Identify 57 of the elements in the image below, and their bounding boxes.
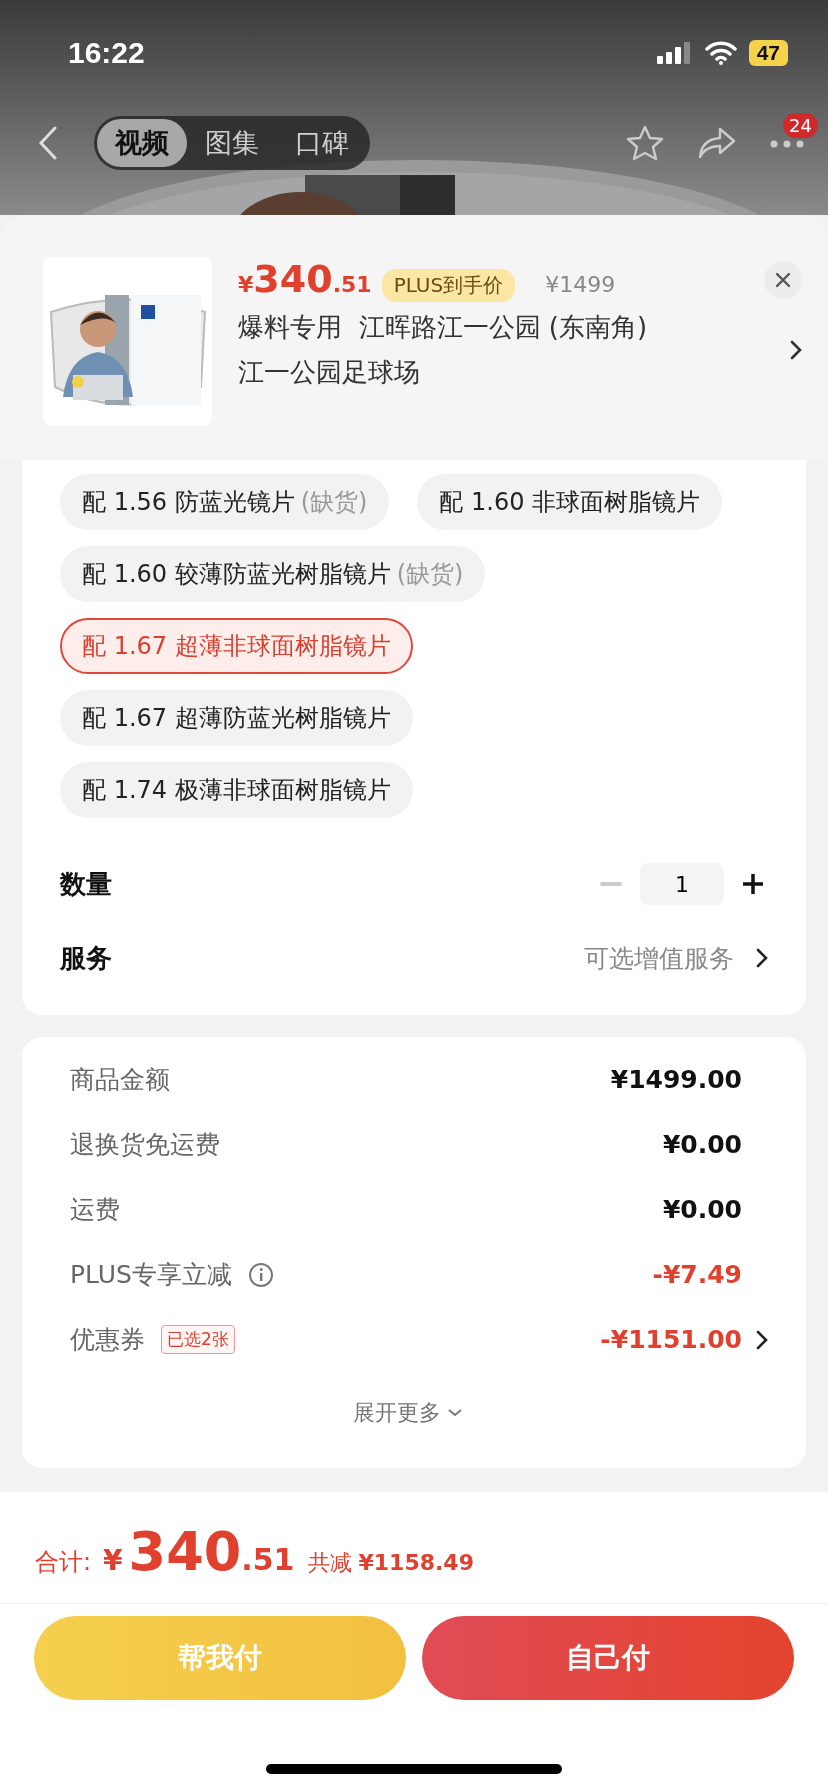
wifi-icon: [704, 40, 737, 65]
back-icon[interactable]: [38, 125, 58, 160]
lens-option[interactable]: 配 1.56 防蓝光镜片 (缺货): [60, 474, 390, 530]
status-time: 16:22: [68, 35, 145, 70]
product-title-line: 爆料专用 江晖路江一公园 (东南角): [238, 311, 649, 344]
lens-option[interactable]: 配 1.67 超薄非球面树脂镜片: [60, 618, 413, 674]
expand-more-button[interactable]: 展开更多: [353, 1372, 463, 1458]
stock-note: (缺货): [300, 487, 368, 518]
summary-value: -¥7.49: [652, 1260, 742, 1289]
total-label: 合计:: [35, 1547, 92, 1578]
lens-option[interactable]: 配 1.74 极薄非球面树脂镜片: [60, 762, 413, 818]
summary-label: 运费: [70, 1194, 120, 1226]
quantity-label: 数量: [60, 867, 112, 901]
info-icon[interactable]: [247, 1261, 274, 1288]
chevron-down-icon: [447, 1408, 463, 1418]
share-icon[interactable]: [698, 126, 736, 159]
coupon-count-badge: 已选2张: [161, 1325, 235, 1354]
chevron-right-icon: [790, 340, 802, 360]
plus-icon: [742, 873, 764, 895]
summary-value: ¥1499.00: [610, 1065, 742, 1094]
total-integer: 340: [128, 1520, 242, 1583]
media-tab[interactable]: 图集: [187, 118, 277, 167]
quantity-value[interactable]: 1: [640, 863, 724, 905]
summary-value: ¥0.00: [662, 1195, 742, 1224]
close-icon: [775, 271, 791, 288]
minus-icon: [600, 882, 622, 886]
media-tab[interactable]: 口碑: [277, 118, 367, 167]
service-value[interactable]: 可选增值服务: [584, 941, 734, 975]
more-icon[interactable]: [770, 140, 804, 148]
lens-option[interactable]: 配 1.60 非球面树脂镜片: [417, 474, 723, 530]
product-title-line: 江一公园足球场: [238, 356, 421, 389]
total-symbol: ¥: [103, 1544, 123, 1577]
lens-option[interactable]: 配 1.60 较薄防蓝光树脂镜片 (缺货): [60, 546, 486, 602]
stock-note: (缺货): [396, 559, 464, 590]
summary-label: 退换货免运费: [70, 1129, 220, 1161]
pay-button[interactable]: 自己付: [422, 1616, 794, 1700]
summary-label: 商品金额: [70, 1064, 170, 1096]
saved-label: 共减: [308, 1549, 353, 1577]
summary-value: ¥0.00: [662, 1130, 742, 1159]
service-label: 服务: [60, 941, 112, 975]
total-decimal: .51: [241, 1542, 295, 1577]
price-symbol: ¥: [238, 272, 254, 297]
plus-price-badge: PLUS到手价: [381, 269, 516, 302]
price-integer: 340: [253, 257, 333, 301]
media-tab[interactable]: 视频: [97, 118, 187, 167]
signal-icon: [656, 41, 693, 64]
lens-option[interactable]: 配 1.67 超薄防蓝光树脂镜片: [60, 690, 413, 746]
price-decimal: .51: [332, 272, 372, 297]
star-icon[interactable]: [626, 124, 664, 161]
summary-label: 优惠券: [70, 1324, 145, 1356]
original-price: ¥1499: [545, 272, 616, 297]
saved-amount: ¥1158.49: [358, 1550, 474, 1575]
close-button[interactable]: [764, 260, 802, 299]
chevron-right-icon: [756, 1329, 768, 1350]
summary-label: PLUS专享立减: [70, 1259, 232, 1291]
chevron-right-icon: [756, 948, 768, 968]
summary-value: -¥1151.00: [600, 1325, 742, 1354]
